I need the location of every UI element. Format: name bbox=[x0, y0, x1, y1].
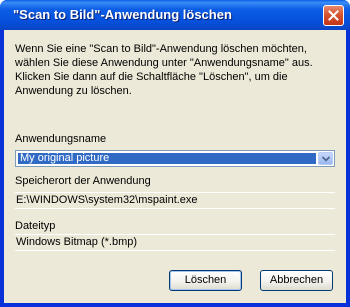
dialog-body: Wenn Sie eine "Scan to Bild"-Anwendung l… bbox=[4, 30, 346, 303]
filetype-label: Dateityp bbox=[15, 220, 56, 232]
app-name-select[interactable]: My original picture bbox=[15, 150, 335, 167]
description-text: Wenn Sie eine "Scan to Bild"-Anwendung l… bbox=[15, 43, 313, 97]
location-field: E:\WINDOWS\system32\mspaint.exe bbox=[15, 192, 335, 209]
title-bar: "Scan to Bild"-Anwendung löschen bbox=[0, 0, 350, 30]
app-name-label: Anwendungsname bbox=[15, 133, 107, 145]
delete-button[interactable]: Löschen bbox=[169, 270, 242, 291]
location-label: Speicherort der Anwendung bbox=[15, 175, 151, 187]
chevron-down-icon bbox=[322, 156, 330, 162]
app-name-selected-value: My original picture bbox=[18, 153, 316, 164]
cancel-button[interactable]: Abbrechen bbox=[260, 270, 333, 291]
dialog-title: "Scan to Bild"-Anwendung löschen bbox=[13, 7, 232, 22]
filetype-field: Windows Bitmap (*.bmp) bbox=[15, 234, 335, 251]
dialog-window: "Scan to Bild"-Anwendung löschen Wenn Si… bbox=[0, 0, 350, 307]
close-button[interactable] bbox=[323, 5, 344, 26]
dropdown-button[interactable] bbox=[318, 152, 333, 165]
close-icon bbox=[328, 10, 339, 21]
